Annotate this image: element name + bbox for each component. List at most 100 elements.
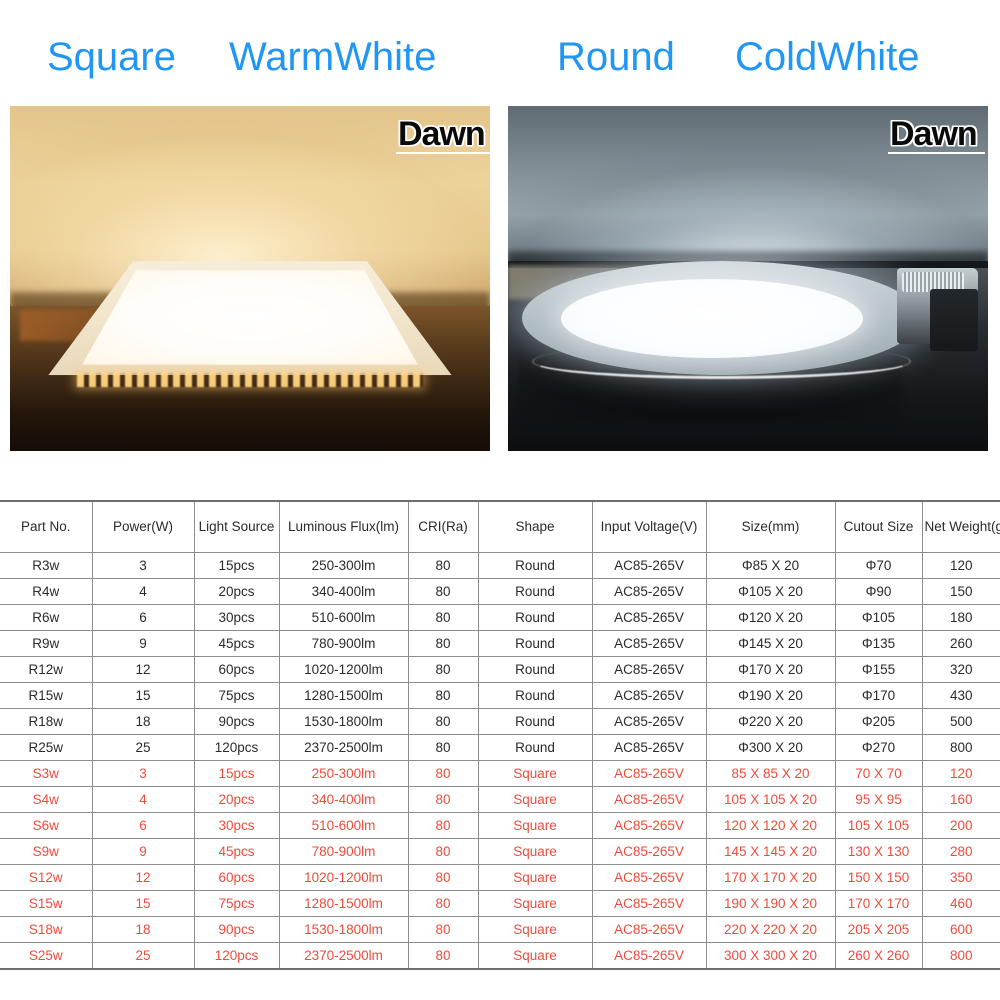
table-cell: 15pcs (193, 551, 280, 579)
table-cell: S4w (0, 785, 93, 813)
table-cell: 18 (91, 915, 195, 943)
table-row: R3w 3 15pcs 250-300lm 80 Round AC85-265V Φ85 X … (0, 551, 1000, 579)
table-cell: R18w (0, 707, 93, 735)
table-cell: 80 (407, 629, 479, 657)
table-cell: Square (477, 785, 593, 813)
table-cell: 15pcs (193, 759, 280, 787)
table-cell: 70 X 70 (834, 759, 923, 787)
table-cell: 45pcs (193, 837, 280, 865)
table-cell: AC85-265V (591, 577, 707, 605)
table-cell: 510-600lm (278, 811, 409, 839)
table-cell: AC85-265V (591, 733, 707, 761)
table-cell: 180 (921, 603, 1000, 631)
table-cell: 80 (407, 733, 479, 761)
table-cell: Φ270 (834, 733, 923, 761)
table-cell: 510-600lm (278, 603, 409, 631)
table-cell: 1530-1800lm (278, 915, 409, 943)
table-cell: Round (477, 707, 593, 735)
table-cell: AC85-265V (591, 889, 707, 917)
table-cell: 80 (407, 603, 479, 631)
table-cell: Square (477, 863, 593, 891)
table-cell: 80 (407, 785, 479, 813)
table-cell: 105 X 105 X 20 (705, 785, 836, 813)
table-cell: 4 (91, 785, 195, 813)
table-cell: 190 X 190 X 20 (705, 889, 836, 917)
table-cell: 30pcs (193, 811, 280, 839)
table-cell: 3 (91, 759, 195, 787)
table-cell: 25 (91, 941, 195, 970)
column-header-shape: Shape (477, 500, 593, 553)
column-header-size: Size(mm) (705, 500, 836, 553)
warm-panel-glow (82, 269, 418, 365)
table-cell: AC85-265V (591, 603, 707, 631)
column-header-luminous-flux: Luminous Flux(lm) (278, 500, 409, 553)
table-cell: Round (477, 551, 593, 579)
table-cell: Φ170 (834, 681, 923, 709)
table-cell: Φ145 X 20 (705, 629, 836, 657)
table-cell: 12 (91, 655, 195, 683)
table-cell: 30pcs (193, 603, 280, 631)
table-cell: 15 (91, 681, 195, 709)
table-cell: 80 (407, 863, 479, 891)
table-cell: Φ220 X 20 (705, 707, 836, 735)
table-cell: 250-300lm (278, 759, 409, 787)
table-cell: Round (477, 603, 593, 631)
table-cell: Φ85 X 20 (705, 551, 836, 579)
table-row: S3w 3 15pcs 250-300lm 80 Square AC85-265V 85 X … (0, 759, 1000, 787)
watermark-dawn-left: Dawn (398, 115, 486, 153)
table-cell: 780-900lm (278, 837, 409, 865)
table-cell: Round (477, 577, 593, 605)
table-cell: 120 (921, 551, 1000, 579)
table-cell: 460 (921, 889, 1000, 917)
table-cell: Round (477, 733, 593, 761)
table-cell: 320 (921, 655, 1000, 683)
table-cell: 80 (407, 941, 479, 970)
table-cell: 25 (91, 733, 195, 761)
table-cell: Square (477, 811, 593, 839)
table-cell: S18w (0, 915, 93, 943)
table-row: S9w 9 45pcs 780-900lm 80 Square AC85-265V 145 X… (0, 837, 1000, 865)
photo-warm-white-square-panel (10, 106, 490, 451)
spec-table-container: Part No. Power(W) Light Source Luminous … (0, 500, 1000, 970)
product-spec-page: Square WarmWhite Round ColdWhite Dawn Da… (0, 0, 1000, 1000)
table-row: R12w 12 60pcs 1020-1200lm 80 Round AC85-265V Φ1… (0, 655, 1000, 683)
photo-cold-white-round-panel (508, 106, 988, 451)
table-cell: 20pcs (193, 785, 280, 813)
table-cell: 430 (921, 681, 1000, 709)
spec-table-header-row: Part No. Power(W) Light Source Luminous … (0, 500, 1000, 553)
table-row: S18w 18 90pcs 1530-1800lm 80 Square AC85-265V 2… (0, 915, 1000, 943)
table-cell: Φ170 X 20 (705, 655, 836, 683)
table-cell: 200 (921, 811, 1000, 839)
table-cell: R25w (0, 733, 93, 761)
table-cell: 150 (921, 577, 1000, 605)
table-cell: 9 (91, 837, 195, 865)
table-row: R18w 18 90pcs 1530-1800lm 80 Round AC85-265V Φ2… (0, 707, 1000, 735)
column-header-light-source: Light Source (193, 500, 280, 553)
table-cell: Square (477, 759, 593, 787)
table-cell: R4w (0, 577, 93, 605)
table-cell: 280 (921, 837, 1000, 865)
table-cell: 80 (407, 681, 479, 709)
table-row: S15w 15 75pcs 1280-1500lm 80 Square AC85-265V 1… (0, 889, 1000, 917)
table-cell: 1280-1500lm (278, 889, 409, 917)
column-header-input-voltage: Input Voltage(V) (591, 500, 707, 553)
table-cell: 1020-1200lm (278, 655, 409, 683)
table-cell: S6w (0, 811, 93, 839)
table-cell: R3w (0, 551, 93, 579)
table-cell: Φ205 (834, 707, 923, 735)
table-cell: S25w (0, 941, 93, 970)
headline-warm-white: WarmWhite (229, 35, 437, 79)
table-cell: 6 (91, 811, 195, 839)
watermark-underline-right (888, 152, 985, 154)
column-header-cutout-size: Cutout Size (834, 500, 923, 553)
table-cell: AC85-265V (591, 655, 707, 683)
table-cell: 45pcs (193, 629, 280, 657)
table-row: S4w 4 20pcs 340-400lm 80 Square AC85-265V 105 X… (0, 785, 1000, 813)
table-cell: 80 (407, 707, 479, 735)
table-cell: 350 (921, 863, 1000, 891)
table-cell: 260 X 260 (834, 941, 923, 970)
headline-square: Square (47, 35, 176, 79)
watermark-underline-left (396, 152, 490, 154)
table-cell: R12w (0, 655, 93, 683)
spec-table-head: Part No. Power(W) Light Source Luminous … (0, 500, 1000, 553)
